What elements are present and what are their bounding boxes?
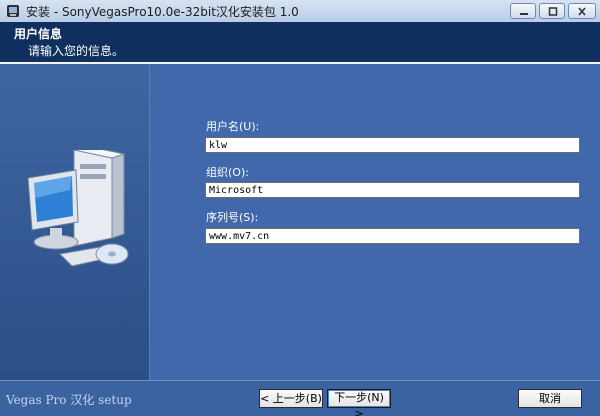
serial-label: 序列号(S): [206, 211, 259, 224]
installer-window: 安装 - SonyVegasPro10.0e-32bit汉化安装包 1.0 用户… [0, 0, 600, 416]
back-button[interactable]: < 上一步(B) [259, 389, 323, 408]
title-bar: 安装 - SonyVegasPro10.0e-32bit汉化安装包 1.0 [0, 0, 600, 23]
organization-input[interactable] [205, 182, 580, 198]
close-button[interactable] [568, 3, 596, 19]
page-title: 用户信息 [14, 27, 63, 41]
page-header: 用户信息 请输入您的信息。 [0, 22, 600, 64]
close-icon [578, 7, 586, 16]
organization-label: 组织(O): [206, 166, 249, 179]
minimize-button[interactable] [510, 3, 536, 19]
window-title: 安装 - SonyVegasPro10.0e-32bit汉化安装包 1.0 [26, 5, 299, 19]
username-input[interactable] [205, 137, 580, 153]
installer-icon [7, 5, 19, 17]
serial-input[interactable] [205, 228, 580, 244]
page-subtitle: 请输入您的信息。 [28, 44, 125, 58]
maximize-button[interactable] [539, 3, 565, 19]
username-label: 用户名(U): [206, 120, 260, 133]
cancel-button[interactable]: 取消 [518, 389, 582, 408]
brand-text: Vegas Pro 汉化 setup [6, 393, 132, 407]
computer-icon [27, 150, 129, 267]
minimize-icon [520, 13, 528, 15]
button-bar: Vegas Pro 汉化 setup < 上一步(B) 下一步(N) > 取消 [0, 380, 600, 416]
next-button[interactable]: 下一步(N) > [327, 389, 391, 416]
maximize-icon [548, 7, 558, 16]
